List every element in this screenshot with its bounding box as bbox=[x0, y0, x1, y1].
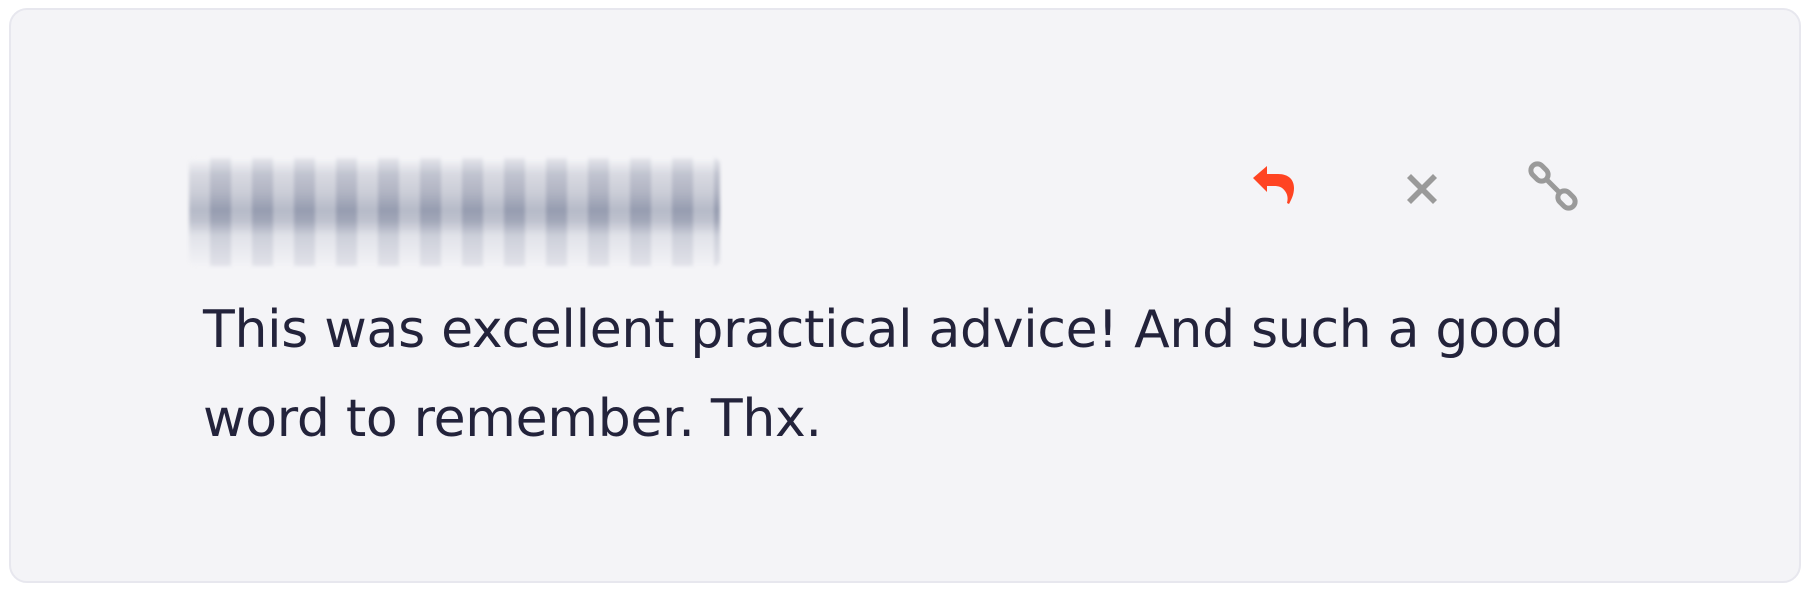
comment-card: This was excellent practical advice! And… bbox=[9, 8, 1801, 583]
link-icon bbox=[1528, 161, 1578, 211]
reply-icon bbox=[1253, 166, 1294, 204]
close-icon bbox=[1407, 174, 1437, 204]
reply-button[interactable] bbox=[1241, 158, 1303, 220]
comment-text: This was excellent practical advice! And… bbox=[203, 300, 1564, 449]
link-button[interactable] bbox=[1523, 158, 1585, 220]
author-name-redacted bbox=[189, 158, 720, 266]
comment-actions bbox=[1241, 158, 1621, 220]
close-button[interactable] bbox=[1391, 158, 1453, 220]
